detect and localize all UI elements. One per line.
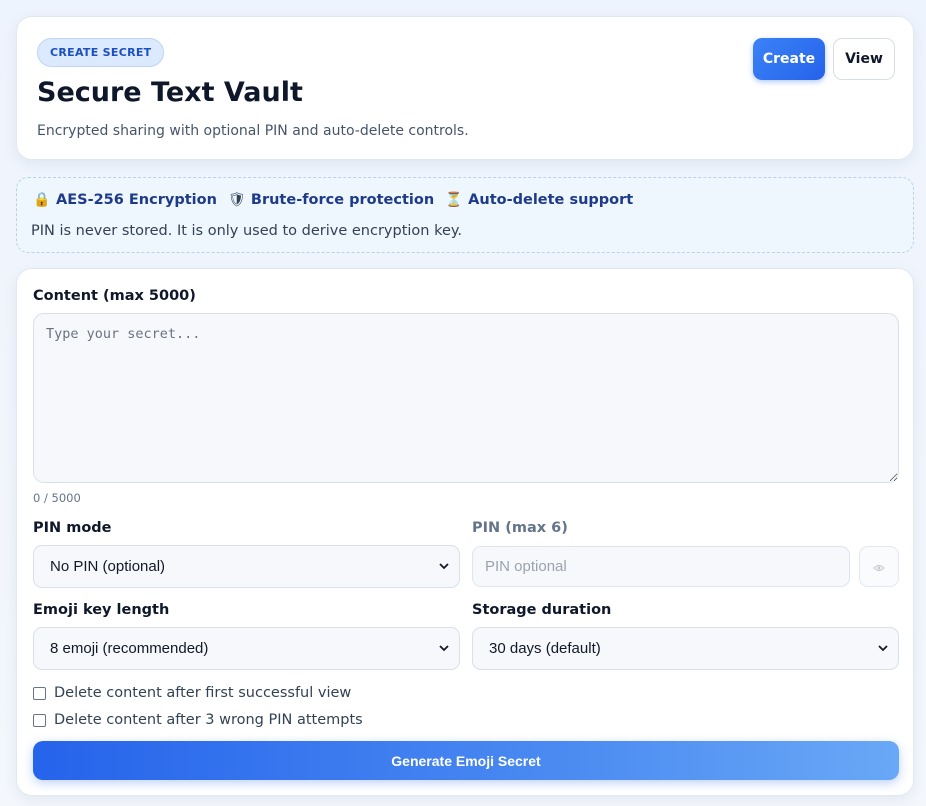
emoji-length-select[interactable]: 8 emoji (recommended) [33, 627, 460, 670]
feature-auto-delete: ⏳ Auto-delete support [445, 192, 633, 208]
pin-info-note: PIN is never stored. It is only used to … [31, 223, 462, 239]
feature-label: Brute-force protection [250, 192, 435, 208]
chevron-down-icon [439, 644, 449, 654]
pin-mode-select[interactable]: No PIN (optional) [33, 545, 460, 588]
feature-brute-force: 🛡 Brute-force protection [228, 192, 434, 208]
page-subtitle: Encrypted sharing with optional PIN and … [37, 123, 469, 139]
pin-label: PIN (max 6) [472, 520, 568, 536]
char-count: 0 / 5000 [33, 491, 81, 505]
header-card: CREATE SECRET Secure Text Vault Encrypte… [16, 16, 914, 160]
feature-list: 🔒 AES-256 Encryption 🛡 Brute-force prote… [33, 192, 644, 208]
delete-after-wrong-pin-label: Delete content after 3 wrong PIN attempt… [54, 712, 363, 728]
delete-after-wrong-pin-option[interactable]: Delete content after 3 wrong PIN attempt… [33, 712, 363, 728]
view-button[interactable]: View [833, 38, 895, 80]
secret-form: Content (max 5000) 0 / 5000 PIN mode No … [16, 268, 914, 796]
feature-label: AES-256 Encryption [56, 192, 217, 208]
lock-icon: 🔒 [33, 192, 51, 208]
shield-icon: 🛡 [227, 192, 246, 208]
feature-label: Auto-delete support [468, 192, 634, 208]
pin-mode-value: No PIN (optional) [50, 558, 166, 575]
create-button[interactable]: Create [753, 38, 825, 80]
chevron-down-icon [439, 562, 449, 572]
hourglass-icon: ⏳ [445, 192, 463, 208]
toggle-pin-visibility-button[interactable] [859, 546, 899, 587]
delete-after-view-option[interactable]: Delete content after first successful vi… [33, 685, 351, 701]
eye-icon [873, 557, 885, 576]
generate-emoji-secret-button[interactable]: Generate Emoji Secret [33, 741, 899, 780]
storage-duration-select[interactable]: 30 days (default) [472, 627, 899, 670]
delete-after-view-checkbox[interactable] [33, 686, 46, 700]
emoji-length-label: Emoji key length [33, 602, 170, 618]
storage-duration-label: Storage duration [472, 602, 612, 618]
emoji-length-value: 8 emoji (recommended) [50, 640, 209, 657]
content-input[interactable] [33, 313, 899, 483]
chevron-down-icon [878, 644, 888, 654]
storage-duration-value: 30 days (default) [489, 640, 601, 657]
create-secret-badge: CREATE SECRET [37, 38, 165, 67]
content-label: Content (max 5000) [33, 288, 196, 304]
pin-mode-label: PIN mode [33, 520, 112, 536]
delete-after-view-label: Delete content after first successful vi… [54, 685, 352, 701]
feature-encryption: 🔒 AES-256 Encryption [33, 192, 217, 208]
info-panel: 🔒 AES-256 Encryption 🛡 Brute-force prote… [16, 177, 914, 253]
delete-after-wrong-pin-checkbox[interactable] [33, 713, 46, 727]
pin-input[interactable] [472, 546, 850, 587]
page-title: Secure Text Vault [37, 77, 303, 108]
